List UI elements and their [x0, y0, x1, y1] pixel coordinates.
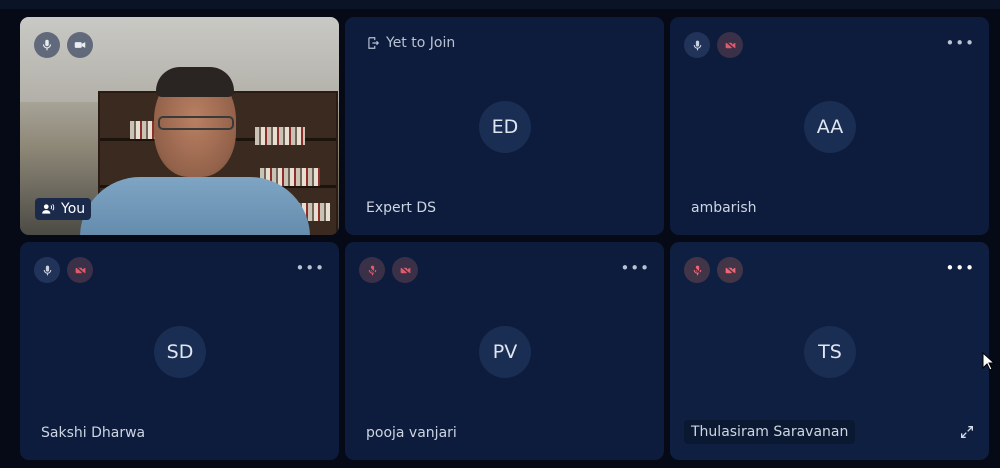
participant-tile-ambarish[interactable]: ••• AA ambarish	[670, 17, 989, 235]
avatar: TS	[804, 326, 856, 378]
participant-name: Expert DS	[366, 200, 436, 216]
mic-icon	[684, 32, 710, 58]
mic-icon	[34, 257, 60, 283]
speaker-person-icon	[42, 204, 55, 214]
top-bar	[0, 0, 1000, 9]
leave-door-icon	[368, 37, 380, 49]
more-options-icon[interactable]: •••	[295, 259, 325, 277]
participant-name: ambarish	[691, 200, 757, 216]
camera-icon[interactable]	[67, 32, 93, 58]
camera-off-icon	[717, 32, 743, 58]
participant-tile-thulasiram-saravanan[interactable]: ••• TS Thulasiram Saravanan	[670, 242, 989, 460]
participant-tile-pooja-vanjari[interactable]: ••• PV pooja vanjari	[345, 242, 664, 460]
participant-name: Thulasiram Saravanan	[684, 420, 856, 444]
participant-tile-expert-ds[interactable]: Yet to Join ED Expert DS	[345, 17, 664, 235]
participant-name: pooja vanjari	[366, 425, 457, 441]
mic-off-icon	[684, 257, 710, 283]
mouse-cursor-icon	[982, 351, 996, 375]
more-options-icon[interactable]: •••	[945, 34, 975, 52]
more-options-icon[interactable]: •••	[620, 259, 650, 277]
yet-to-join-status: Yet to Join	[366, 35, 455, 51]
mic-icon[interactable]	[34, 32, 60, 58]
expand-icon[interactable]	[959, 424, 975, 444]
camera-off-icon	[67, 257, 93, 283]
avatar: SD	[154, 326, 206, 378]
you-label: You	[61, 201, 86, 217]
participant-tile-sakshi-dharwa[interactable]: ••• SD Sakshi Dharwa	[20, 242, 339, 460]
avatar: AA	[804, 101, 856, 153]
camera-off-icon	[717, 257, 743, 283]
you-badge: You	[35, 198, 92, 220]
mic-off-icon	[359, 257, 385, 283]
camera-off-icon	[392, 257, 418, 283]
avatar: PV	[479, 326, 531, 378]
participant-name: Sakshi Dharwa	[41, 425, 146, 441]
avatar: ED	[479, 101, 531, 153]
self-video-tile[interactable]: You	[20, 17, 339, 235]
more-options-icon[interactable]: •••	[945, 259, 975, 277]
